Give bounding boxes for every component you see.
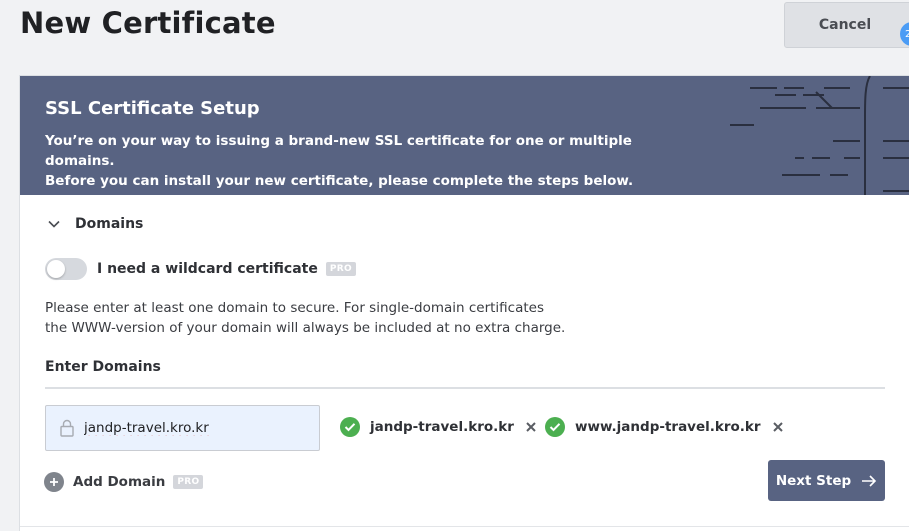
setup-banner: SSL Certificate Setup You’re on your way… <box>20 76 909 195</box>
check-circle-icon <box>340 417 360 437</box>
card-footer-divider <box>20 526 909 527</box>
domain-chip: jandp-travel.kro.kr <box>340 417 538 437</box>
next-step-label: Next Step <box>775 472 852 489</box>
banner-line-2: Before you can install your new certific… <box>45 173 634 189</box>
check-circle-icon <box>545 417 565 437</box>
lock-icon <box>60 419 74 437</box>
info-line-1: Please enter at least one domain to secu… <box>45 300 544 316</box>
add-domain-label: Add Domain <box>73 474 166 490</box>
cancel-button[interactable]: Cancel <box>784 2 909 48</box>
page-title: New Certificate <box>20 6 276 40</box>
banner-title: SSL Certificate Setup <box>45 98 260 119</box>
domains-info-text: Please enter at least one domain to secu… <box>45 298 565 338</box>
wildcard-label: I need a wildcard certificate <box>97 261 318 277</box>
enter-domains-label: Enter Domains <box>45 359 161 375</box>
remove-domain-icon[interactable] <box>524 420 538 434</box>
info-line-2: the WWW-version of your domain will alwa… <box>45 320 566 336</box>
domain-input[interactable] <box>84 420 284 436</box>
arrow-right-icon <box>862 474 877 487</box>
banner-line-1: You’re on your way to issuing a brand-ne… <box>45 133 632 169</box>
banner-description: You’re on your way to issuing a brand-ne… <box>45 131 685 191</box>
domains-section-header[interactable]: Domains <box>44 214 143 234</box>
section-divider <box>45 387 885 389</box>
plus-icon <box>44 472 64 492</box>
add-domain-button[interactable]: Add Domain PRO <box>44 472 204 492</box>
banner-decoration-icon <box>730 76 909 195</box>
domain-chip: www.jandp-travel.kro.kr <box>545 417 785 437</box>
cancel-button-label: Cancel <box>818 17 872 33</box>
domain-input-field[interactable] <box>45 405 320 451</box>
certificate-setup-card: SSL Certificate Setup You’re on your way… <box>19 75 909 531</box>
domains-section-title: Domains <box>75 216 144 232</box>
domain-chip-label: jandp-travel.kro.kr <box>370 419 514 435</box>
domain-chip-label: www.jandp-travel.kro.kr <box>575 419 761 435</box>
next-step-button[interactable]: Next Step <box>768 460 885 501</box>
pro-badge: PRO <box>325 262 356 276</box>
remove-domain-icon[interactable] <box>771 420 785 434</box>
wildcard-toggle[interactable] <box>45 258 87 280</box>
chevron-down-icon[interactable] <box>44 214 64 234</box>
pro-badge: PRO <box>173 475 204 489</box>
wildcard-row: I need a wildcard certificate PRO <box>45 258 356 280</box>
